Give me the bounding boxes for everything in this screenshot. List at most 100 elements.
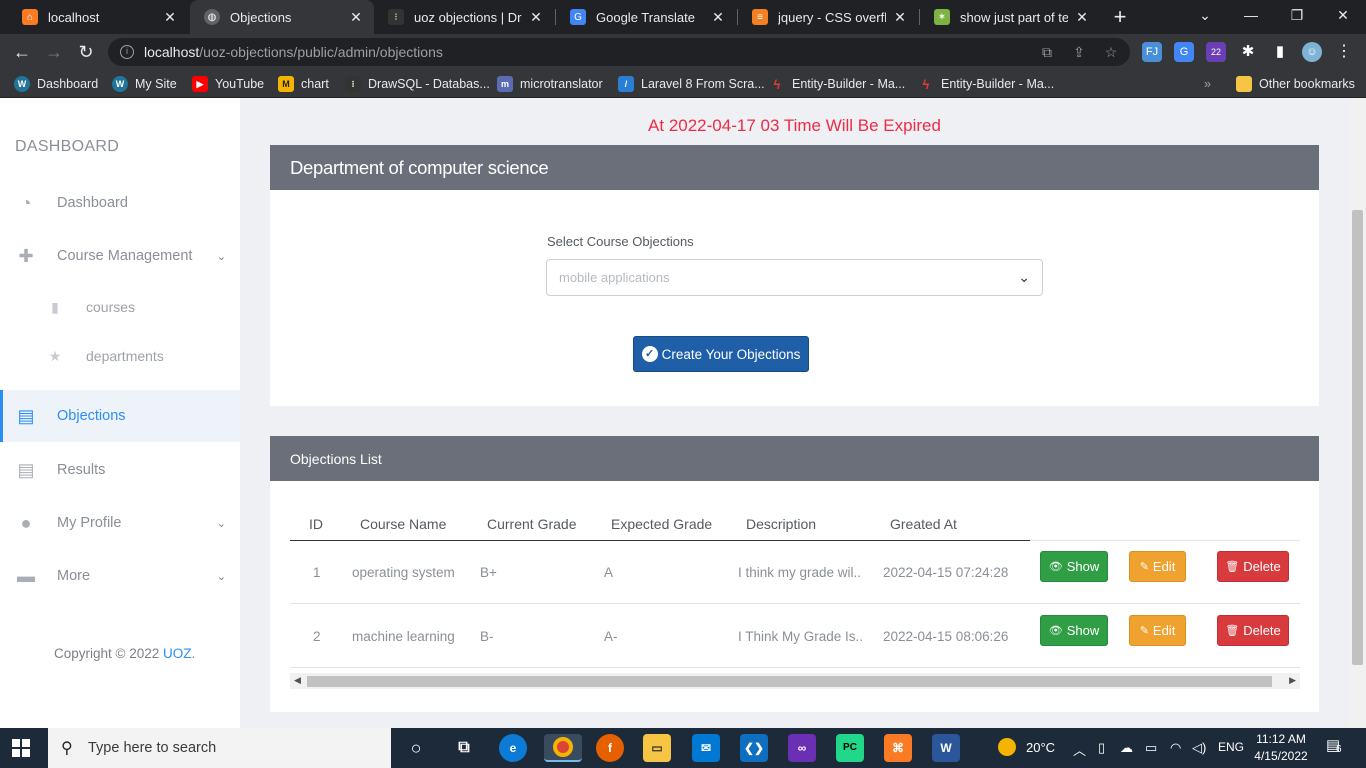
- reload-icon[interactable]: ↻: [73, 39, 99, 65]
- bookmark-entity-builder-1[interactable]: ϟ Entity-Builder - Ma...: [769, 75, 906, 93]
- address-bar[interactable]: i localhost/uoz-objections/public/admin/…: [108, 38, 1130, 66]
- forward-icon[interactable]: →: [41, 39, 67, 65]
- bookmark-drawsql[interactable]: ⁝ DrawSQL - Databas...: [345, 75, 490, 93]
- bookmark-entity-builder-2[interactable]: ϟ Entity-Builder - Ma...: [918, 75, 1055, 93]
- chevron-down-icon: ⌄: [1018, 269, 1030, 285]
- sidebar-item-course-management[interactable]: ✚ Course Management ⌄: [0, 230, 240, 282]
- extension-fj-icon[interactable]: FJ: [1142, 42, 1162, 62]
- minimize-button[interactable]: —: [1228, 0, 1274, 34]
- sidebar-item-objections[interactable]: ▤ Objections: [0, 390, 240, 442]
- scroll-right-icon[interactable]: ▶: [1289, 675, 1296, 686]
- new-tab-button[interactable]: +: [1108, 4, 1132, 30]
- sidebar-item-my-profile[interactable]: ● My Profile ⌄: [0, 497, 240, 549]
- bookmark-dashboard[interactable]: W Dashboard: [14, 75, 98, 93]
- show-button[interactable]: 👁 Show: [1040, 551, 1108, 582]
- browser-tab-google-translate[interactable]: G Google Translate ✕: [556, 0, 736, 34]
- extensions-puzzle-icon[interactable]: ✱: [1238, 42, 1258, 62]
- vscode-icon[interactable]: ❮❯: [740, 734, 768, 762]
- taskbar-search-input[interactable]: ⚲ Type here to search: [48, 728, 391, 768]
- sidebar-subitem-departments[interactable]: ★ departments: [0, 334, 240, 378]
- extension-translate-icon[interactable]: G: [1174, 42, 1194, 62]
- other-bookmarks[interactable]: Other bookmarks: [1236, 75, 1355, 93]
- browser-tab-drawsql[interactable]: ⁝ uoz objections | DrawS ✕: [374, 0, 554, 34]
- browser-tab-objections[interactable]: ◍ Objections ✕: [190, 0, 374, 34]
- bookmark-youtube[interactable]: ▶ YouTube: [192, 75, 264, 93]
- sidebar-item-more[interactable]: ▬ More ⌄: [0, 550, 240, 602]
- copyright-link[interactable]: UOZ: [163, 646, 192, 661]
- sidebar-item-dashboard[interactable]: ◔ Dashboard: [0, 177, 240, 229]
- task-view-icon[interactable]: ⧉: [450, 734, 478, 762]
- scrollbar-thumb[interactable]: [1352, 210, 1363, 665]
- chevron-down-icon: ⌄: [216, 517, 226, 530]
- language-indicator[interactable]: ENG: [1218, 740, 1244, 754]
- table-horizontal-scrollbar[interactable]: ◀ ▶: [290, 673, 1300, 689]
- onedrive-cloud-icon[interactable]: ☁: [1120, 740, 1133, 756]
- share-icon[interactable]: ⇪: [1070, 44, 1088, 62]
- delete-label: Delete: [1243, 559, 1281, 574]
- firefox-icon[interactable]: f: [596, 734, 624, 762]
- profile-avatar-icon[interactable]: ☺: [1302, 42, 1322, 62]
- xampp-icon[interactable]: ⌘: [884, 734, 912, 762]
- restore-button[interactable]: ❐: [1274, 0, 1320, 34]
- browser-tab-stackoverflow[interactable]: ≡ jquery - CSS overflow ✕: [738, 0, 918, 34]
- cortana-icon[interactable]: ○: [402, 734, 430, 762]
- volume-icon[interactable]: ◁): [1192, 740, 1206, 756]
- sidebar-item-results[interactable]: ▤ Results: [0, 444, 240, 496]
- close-tab-icon[interactable]: ✕: [162, 9, 178, 26]
- windows-start-icon[interactable]: [12, 739, 30, 757]
- bookmarks-overflow-button[interactable]: »: [1204, 75, 1211, 93]
- bookmark-laravel[interactable]: / Laravel 8 From Scra...: [618, 75, 765, 93]
- close-tab-icon[interactable]: ✕: [1074, 9, 1090, 26]
- close-window-button[interactable]: ✕: [1320, 0, 1366, 34]
- visual-studio-icon[interactable]: ∞: [788, 734, 816, 762]
- weather-sun-icon[interactable]: [998, 738, 1016, 756]
- select-value: mobile applications: [559, 270, 670, 285]
- create-objections-button[interactable]: ✓ Create Your Objections: [633, 336, 809, 372]
- show-button[interactable]: 👁 Show: [1040, 615, 1108, 646]
- close-tab-icon[interactable]: ✕: [528, 9, 544, 26]
- chevron-up-icon[interactable]: ︿: [1073, 740, 1086, 759]
- bookmark-my-site[interactable]: W My Site: [112, 75, 177, 93]
- tray-device-icon[interactable]: ▯: [1098, 740, 1105, 756]
- chrome-menu-icon[interactable]: ⋮: [1334, 42, 1354, 62]
- mail-icon[interactable]: ✉: [692, 734, 720, 762]
- side-panel-icon[interactable]: ▮: [1270, 42, 1290, 62]
- bookmark-chart[interactable]: M chart: [278, 75, 329, 93]
- translate-page-icon[interactable]: ⧉: [1038, 44, 1056, 62]
- chrome-icon[interactable]: [544, 734, 582, 762]
- trash-icon: 🗑: [1225, 561, 1240, 573]
- browser-tab-show-part-text[interactable]: ✶ show just part of text ✕: [920, 0, 1100, 34]
- clock-time: 11:12 AM: [1256, 732, 1306, 746]
- close-tab-icon[interactable]: ✕: [710, 9, 726, 26]
- pycharm-icon[interactable]: PC: [836, 734, 864, 762]
- edit-button[interactable]: ✎ Edit: [1129, 615, 1186, 646]
- bookmark-star-icon[interactable]: ☆: [1102, 44, 1120, 62]
- scrollbar-thumb[interactable]: [307, 676, 1272, 687]
- wifi-icon[interactable]: ◠: [1170, 740, 1181, 756]
- browser-tab-localhost[interactable]: ⌂ localhost ✕: [8, 0, 188, 34]
- bookmark-microtranslator[interactable]: m microtranslator: [497, 75, 603, 93]
- temperature[interactable]: 20°C: [1026, 740, 1055, 755]
- cell-created-at: 2022-04-15 08:06:26: [883, 629, 1009, 644]
- notification-center-icon[interactable]: ▤ 6: [1326, 736, 1348, 758]
- extension-badge-icon[interactable]: 22: [1206, 42, 1226, 62]
- close-tab-icon[interactable]: ✕: [348, 9, 364, 26]
- word-icon[interactable]: W: [932, 734, 960, 762]
- edge-icon[interactable]: e: [499, 734, 527, 762]
- show-label: Show: [1066, 623, 1100, 638]
- close-tab-icon[interactable]: ✕: [892, 9, 908, 26]
- taskbar-clock[interactable]: 11:12 AM 4/15/2022: [1246, 731, 1316, 765]
- battery-icon[interactable]: ▭: [1145, 740, 1157, 756]
- tab-search-button[interactable]: ⌄: [1182, 0, 1228, 34]
- file-explorer-icon[interactable]: ▭: [643, 734, 671, 762]
- back-icon[interactable]: ←: [9, 39, 35, 65]
- pencil-icon: ✎: [1139, 625, 1149, 637]
- edit-button[interactable]: ✎ Edit: [1129, 551, 1186, 582]
- scroll-left-icon[interactable]: ◀: [294, 675, 301, 686]
- course-objections-select[interactable]: mobile applications ⌄: [546, 259, 1043, 296]
- sidebar-subitem-courses[interactable]: ▮ courses: [0, 285, 240, 329]
- site-info-icon[interactable]: i: [120, 45, 134, 59]
- page-vertical-scrollbar[interactable]: [1349, 98, 1366, 728]
- delete-button[interactable]: 🗑 Delete: [1217, 551, 1289, 582]
- delete-button[interactable]: 🗑 Delete: [1217, 615, 1289, 646]
